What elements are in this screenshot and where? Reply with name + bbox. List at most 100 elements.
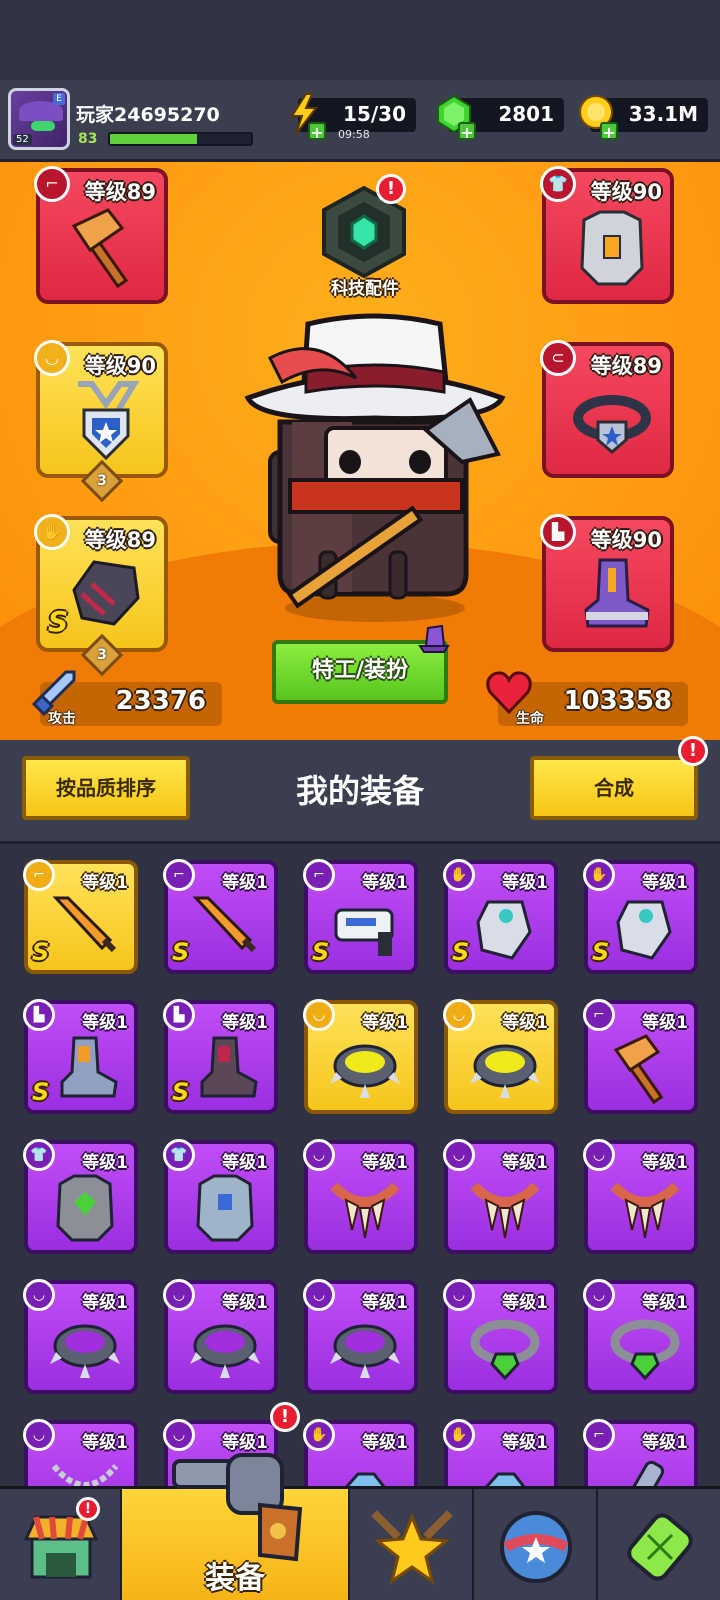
item-level: 等级1 — [502, 1293, 548, 1313]
item-grade: S — [172, 938, 190, 966]
weapon-type-icon: ⌐ — [23, 859, 55, 891]
tech-parts-label[interactable]: 科技配件 — [310, 274, 420, 299]
sword-item-icon — [192, 896, 257, 953]
item-level: 等级1 — [642, 1013, 688, 1033]
star-orb-icon — [500, 1511, 572, 1583]
energy-counter[interactable]: + 15/30 09:58 — [290, 93, 416, 141]
armor-level: 等级90 — [590, 180, 662, 204]
inventory-item-spiked-collar[interactable]: ◡ 等级1 — [163, 1279, 278, 1394]
weapon-slot[interactable]: ⌐ 等级89 — [34, 166, 168, 304]
avatar[interactable]: 52 E — [8, 88, 70, 150]
inventory-item-spiked-collar[interactable]: ◡ 等级1 — [303, 999, 418, 1114]
inventory-item-claw-glove[interactable]: ✋ 等级1 — [303, 1419, 418, 1486]
fang-necklace-icon — [330, 1182, 400, 1239]
xp-bar — [108, 132, 253, 146]
inventory-item-bat[interactable]: ⌐ 等级1 — [583, 1419, 698, 1486]
add-gold-button[interactable]: + — [600, 122, 618, 141]
agent-character — [244, 313, 506, 622]
spiked-collar-icon — [330, 1324, 400, 1378]
necklace-type-icon: ◡ — [303, 1139, 335, 1171]
boots-icon — [584, 558, 650, 628]
inventory-item-armor[interactable]: 👕 等级1 — [23, 1139, 138, 1254]
item-level: 等级1 — [362, 1433, 408, 1453]
add-energy-button[interactable]: + — [308, 122, 326, 141]
pickaxe-item-icon — [613, 1034, 664, 1105]
boots-slot[interactable]: ▙ 等级90 — [540, 514, 674, 652]
item-level: 等级1 — [82, 1293, 128, 1313]
inventory-item-sword[interactable]: ⌐ 等级1 S — [23, 859, 138, 974]
item-grade: S — [172, 1078, 190, 1106]
gem-counter[interactable]: + 2801 — [437, 94, 564, 141]
inventory-item-boots[interactable]: ▙ 等级1 S — [163, 999, 278, 1114]
merge-alert-badge: ! — [678, 736, 708, 766]
sort-by-quality-button[interactable]: 按品质排序 — [22, 756, 190, 820]
armor-slot[interactable]: 👕 等级90 — [540, 166, 674, 304]
spiked-collar-icon — [190, 1324, 260, 1378]
necklace-type-icon: ◡ — [583, 1139, 615, 1171]
claw-glove-icon — [485, 1472, 526, 1486]
item-grade: S — [592, 938, 610, 966]
chain-necklace-icon — [51, 1464, 119, 1486]
item-level: 等级1 — [82, 1013, 128, 1033]
claw-glove-icon — [345, 1472, 386, 1486]
necklace-level: 等级90 — [84, 354, 156, 378]
shield-amulet-icon — [78, 381, 140, 461]
pickaxe-icon — [71, 208, 129, 289]
equipment-title: 我的装备 — [295, 772, 424, 810]
boots-level: 等级90 — [590, 528, 662, 552]
inventory-item-fang-necklace[interactable]: ◡ 等级1 — [583, 1139, 698, 1254]
gloves-slot[interactable]: ✋ 等级89 S 3 — [34, 514, 168, 677]
inventory-item-emerald-collar[interactable]: ◡ 等级1 — [583, 1279, 698, 1394]
merge-button[interactable]: 合成 — [530, 756, 698, 820]
necklace-slot[interactable]: ◡ 等级90 3 — [34, 340, 168, 503]
inventory-item-glove[interactable]: ✋ 等级1 S — [443, 859, 558, 974]
inventory-item-blaster[interactable]: ⌐ 等级1 S — [303, 859, 418, 974]
item-level: 等级1 — [362, 1293, 408, 1313]
item-level: 等级1 — [642, 1433, 688, 1453]
nav-equipment[interactable]: 装备 — [122, 1453, 350, 1600]
belt-level: 等级89 — [590, 354, 662, 378]
necklace-type-icon: ◡ — [443, 999, 475, 1031]
health-stat: 生命 103358 — [486, 671, 688, 727]
belt-slot-icon: ⊂ — [540, 340, 576, 376]
emerald-collar-icon — [610, 1319, 680, 1381]
attack-value: 23376 — [115, 686, 206, 716]
bottom-nav: ! 装备 — [0, 1453, 720, 1600]
nav-genes[interactable] — [598, 1489, 720, 1600]
necklace-stars: 3 — [80, 459, 124, 503]
inventory-item-spiked-collar[interactable]: ◡ 等级1 — [23, 1279, 138, 1394]
inventory-item-spiked-collar[interactable]: ◡ 等级1 — [303, 1279, 418, 1394]
weapon-type-icon: ⌐ — [583, 999, 615, 1031]
inventory-item-fang-necklace[interactable]: ◡ 等级1 — [303, 1139, 418, 1254]
gold-counter[interactable]: + 33.1M — [579, 95, 708, 141]
belt-slot[interactable]: ⊂ 等级89 — [540, 340, 674, 478]
item-level: 等级1 — [362, 1153, 408, 1173]
item-grade: S — [452, 938, 470, 966]
add-gems-button[interactable]: + — [458, 122, 476, 141]
necklace-type-icon: ◡ — [443, 1139, 475, 1171]
spiked-collar-icon — [330, 1044, 400, 1098]
nav-shop[interactable]: ! — [0, 1489, 122, 1600]
boots-slot-icon: ▙ — [540, 514, 576, 550]
inventory-grid: ⌐ 等级1 S ⌐ 等级1 S ⌐ 等级1 S ✋ 等级1 S ✋ 等级1 S … — [0, 844, 720, 1486]
inventory-item-sword[interactable]: ⌐ 等级1 S — [163, 859, 278, 974]
status-band — [0, 0, 720, 80]
inventory-item-claw-glove[interactable]: ✋ 等级1 — [443, 1419, 558, 1486]
inventory-item-spiked-collar[interactable]: ◡ 等级1 — [443, 999, 558, 1114]
inventory-item-fang-necklace[interactable]: ◡ 等级1 — [443, 1139, 558, 1254]
inventory-item-chain-necklace[interactable]: ◡ 等级1 — [23, 1419, 138, 1486]
hat-icon — [418, 624, 450, 653]
hero-panel: ⌐ 等级89 👕 等级90 ◡ 等级90 3 ⊂ 等级89 ✋ 等级89 S 3… — [0, 162, 720, 740]
weapon-type-icon: ⌐ — [163, 859, 195, 891]
inventory-item-glove[interactable]: ✋ 等级1 S — [583, 859, 698, 974]
nav-orbs[interactable] — [474, 1489, 598, 1600]
nav-talents[interactable] — [350, 1489, 474, 1600]
armor-item-icon — [56, 1174, 114, 1242]
inventory-item-boots[interactable]: ▙ 等级1 S — [23, 999, 138, 1114]
inventory-item-emerald-collar[interactable]: ◡ 等级1 — [443, 1279, 558, 1394]
necklace-type-icon: ◡ — [443, 1279, 475, 1311]
shop-alert-badge: ! — [76, 1497, 100, 1521]
inventory-item-armor[interactable]: 👕 等级1 — [163, 1139, 278, 1254]
player-level: 83 — [78, 131, 98, 147]
inventory-item-pickaxe[interactable]: ⌐ 等级1 — [583, 999, 698, 1114]
